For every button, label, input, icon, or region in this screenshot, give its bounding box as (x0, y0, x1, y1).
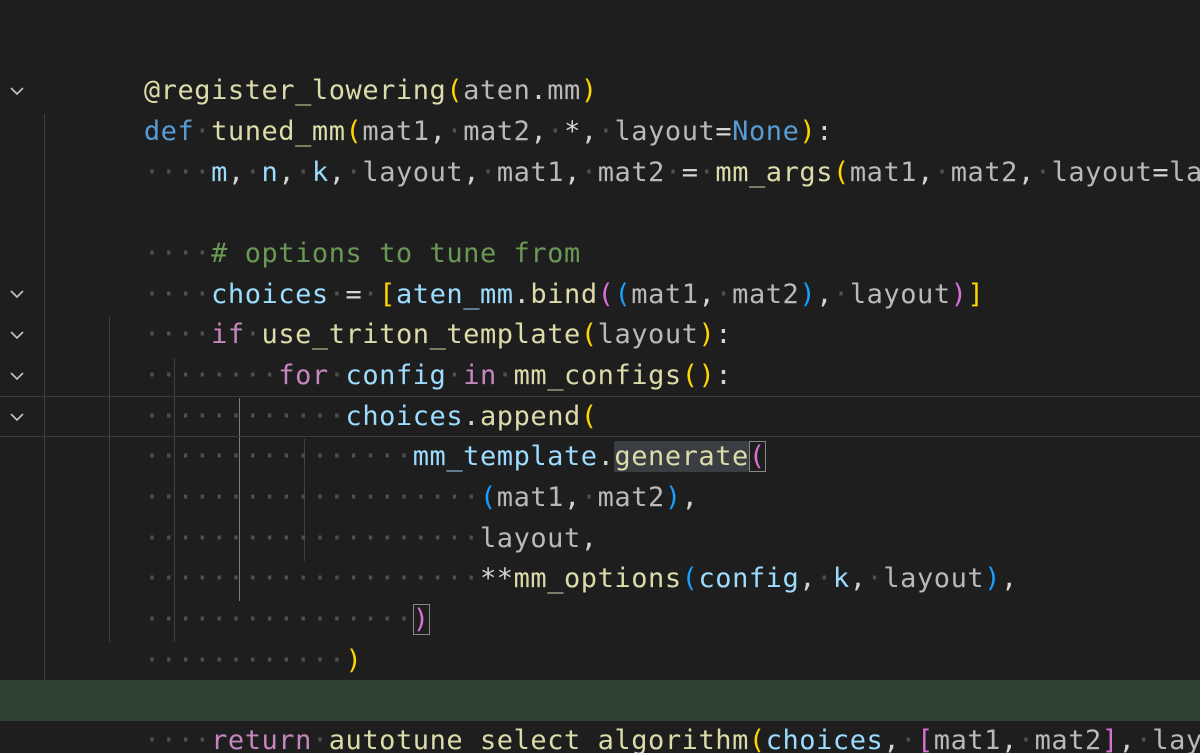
chevron-down-icon[interactable] (9, 368, 25, 384)
code-line[interactable]: ····choices·=·[aten_mm.bind((mat1,·mat2)… (0, 234, 1200, 310)
chevron-down-icon[interactable] (9, 409, 25, 425)
chevron-down-icon[interactable] (9, 286, 25, 302)
code-line[interactable]: ············) (0, 600, 1200, 676)
code-line-blank[interactable] (0, 640, 1200, 681)
code-line[interactable]: @register_lowering(aten.mm) (0, 30, 1200, 106)
code-line-blank[interactable] (0, 153, 1200, 194)
code-line[interactable]: ····················**mm_options(config,… (0, 518, 1200, 594)
code-line[interactable]: ····# options to tune from (0, 193, 1200, 269)
code-line[interactable]: ····m,·n,·k,·layout,·mat1,·mat2·=·mm_arg… (0, 112, 1200, 188)
chevron-down-icon[interactable] (9, 83, 25, 99)
code-editor[interactable]: @register_lowering(aten.mm) def·tuned_mm… (0, 0, 1200, 753)
code-line-current[interactable]: ················mm_template.generate( (0, 396, 1200, 472)
code-line-highlighted[interactable]: ····return·autotune_select_algorithm(cho… (0, 680, 1200, 753)
chevron-down-icon[interactable] (9, 327, 25, 343)
code-line[interactable]: ················) (0, 559, 1200, 635)
code-line[interactable]: ········for·config·in·mm_configs(): (0, 315, 1200, 391)
code-line[interactable]: ············choices.append( (0, 356, 1200, 432)
code-line[interactable]: def·tuned_mm(mat1,·mat2,·*,·layout=None)… (0, 71, 1200, 147)
code-line[interactable]: ····················(mat1,·mat2), (0, 437, 1200, 513)
code-line[interactable]: ····················layout, (0, 478, 1200, 554)
code-line[interactable]: ····if·use_triton_template(layout): (0, 274, 1200, 350)
